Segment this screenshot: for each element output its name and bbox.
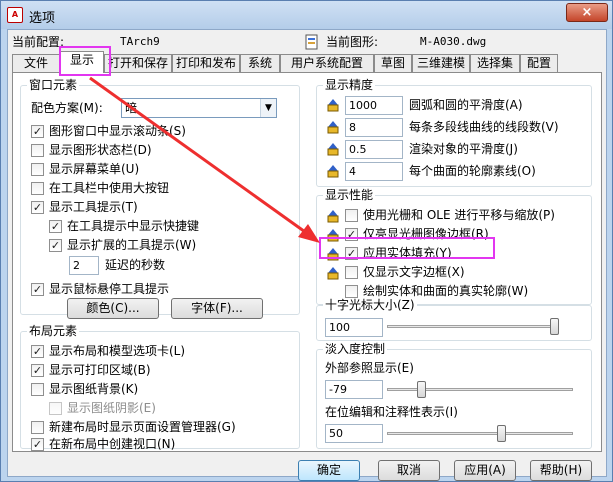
options-dialog: A 选项 × 当前配置: TArch9 当前图形: M-A030.dwg 文件 … (0, 0, 613, 482)
dialog-client: 当前配置: TArch9 当前图形: M-A030.dwg 文件 显示 打开和保… (7, 29, 607, 481)
title-bar: A 选项 × (1, 1, 612, 29)
annotation-arrow-icon (89, 76, 320, 243)
close-button[interactable]: × (566, 3, 608, 22)
window-title: 选项 (29, 11, 56, 26)
autocad-app-icon: A (7, 7, 23, 23)
